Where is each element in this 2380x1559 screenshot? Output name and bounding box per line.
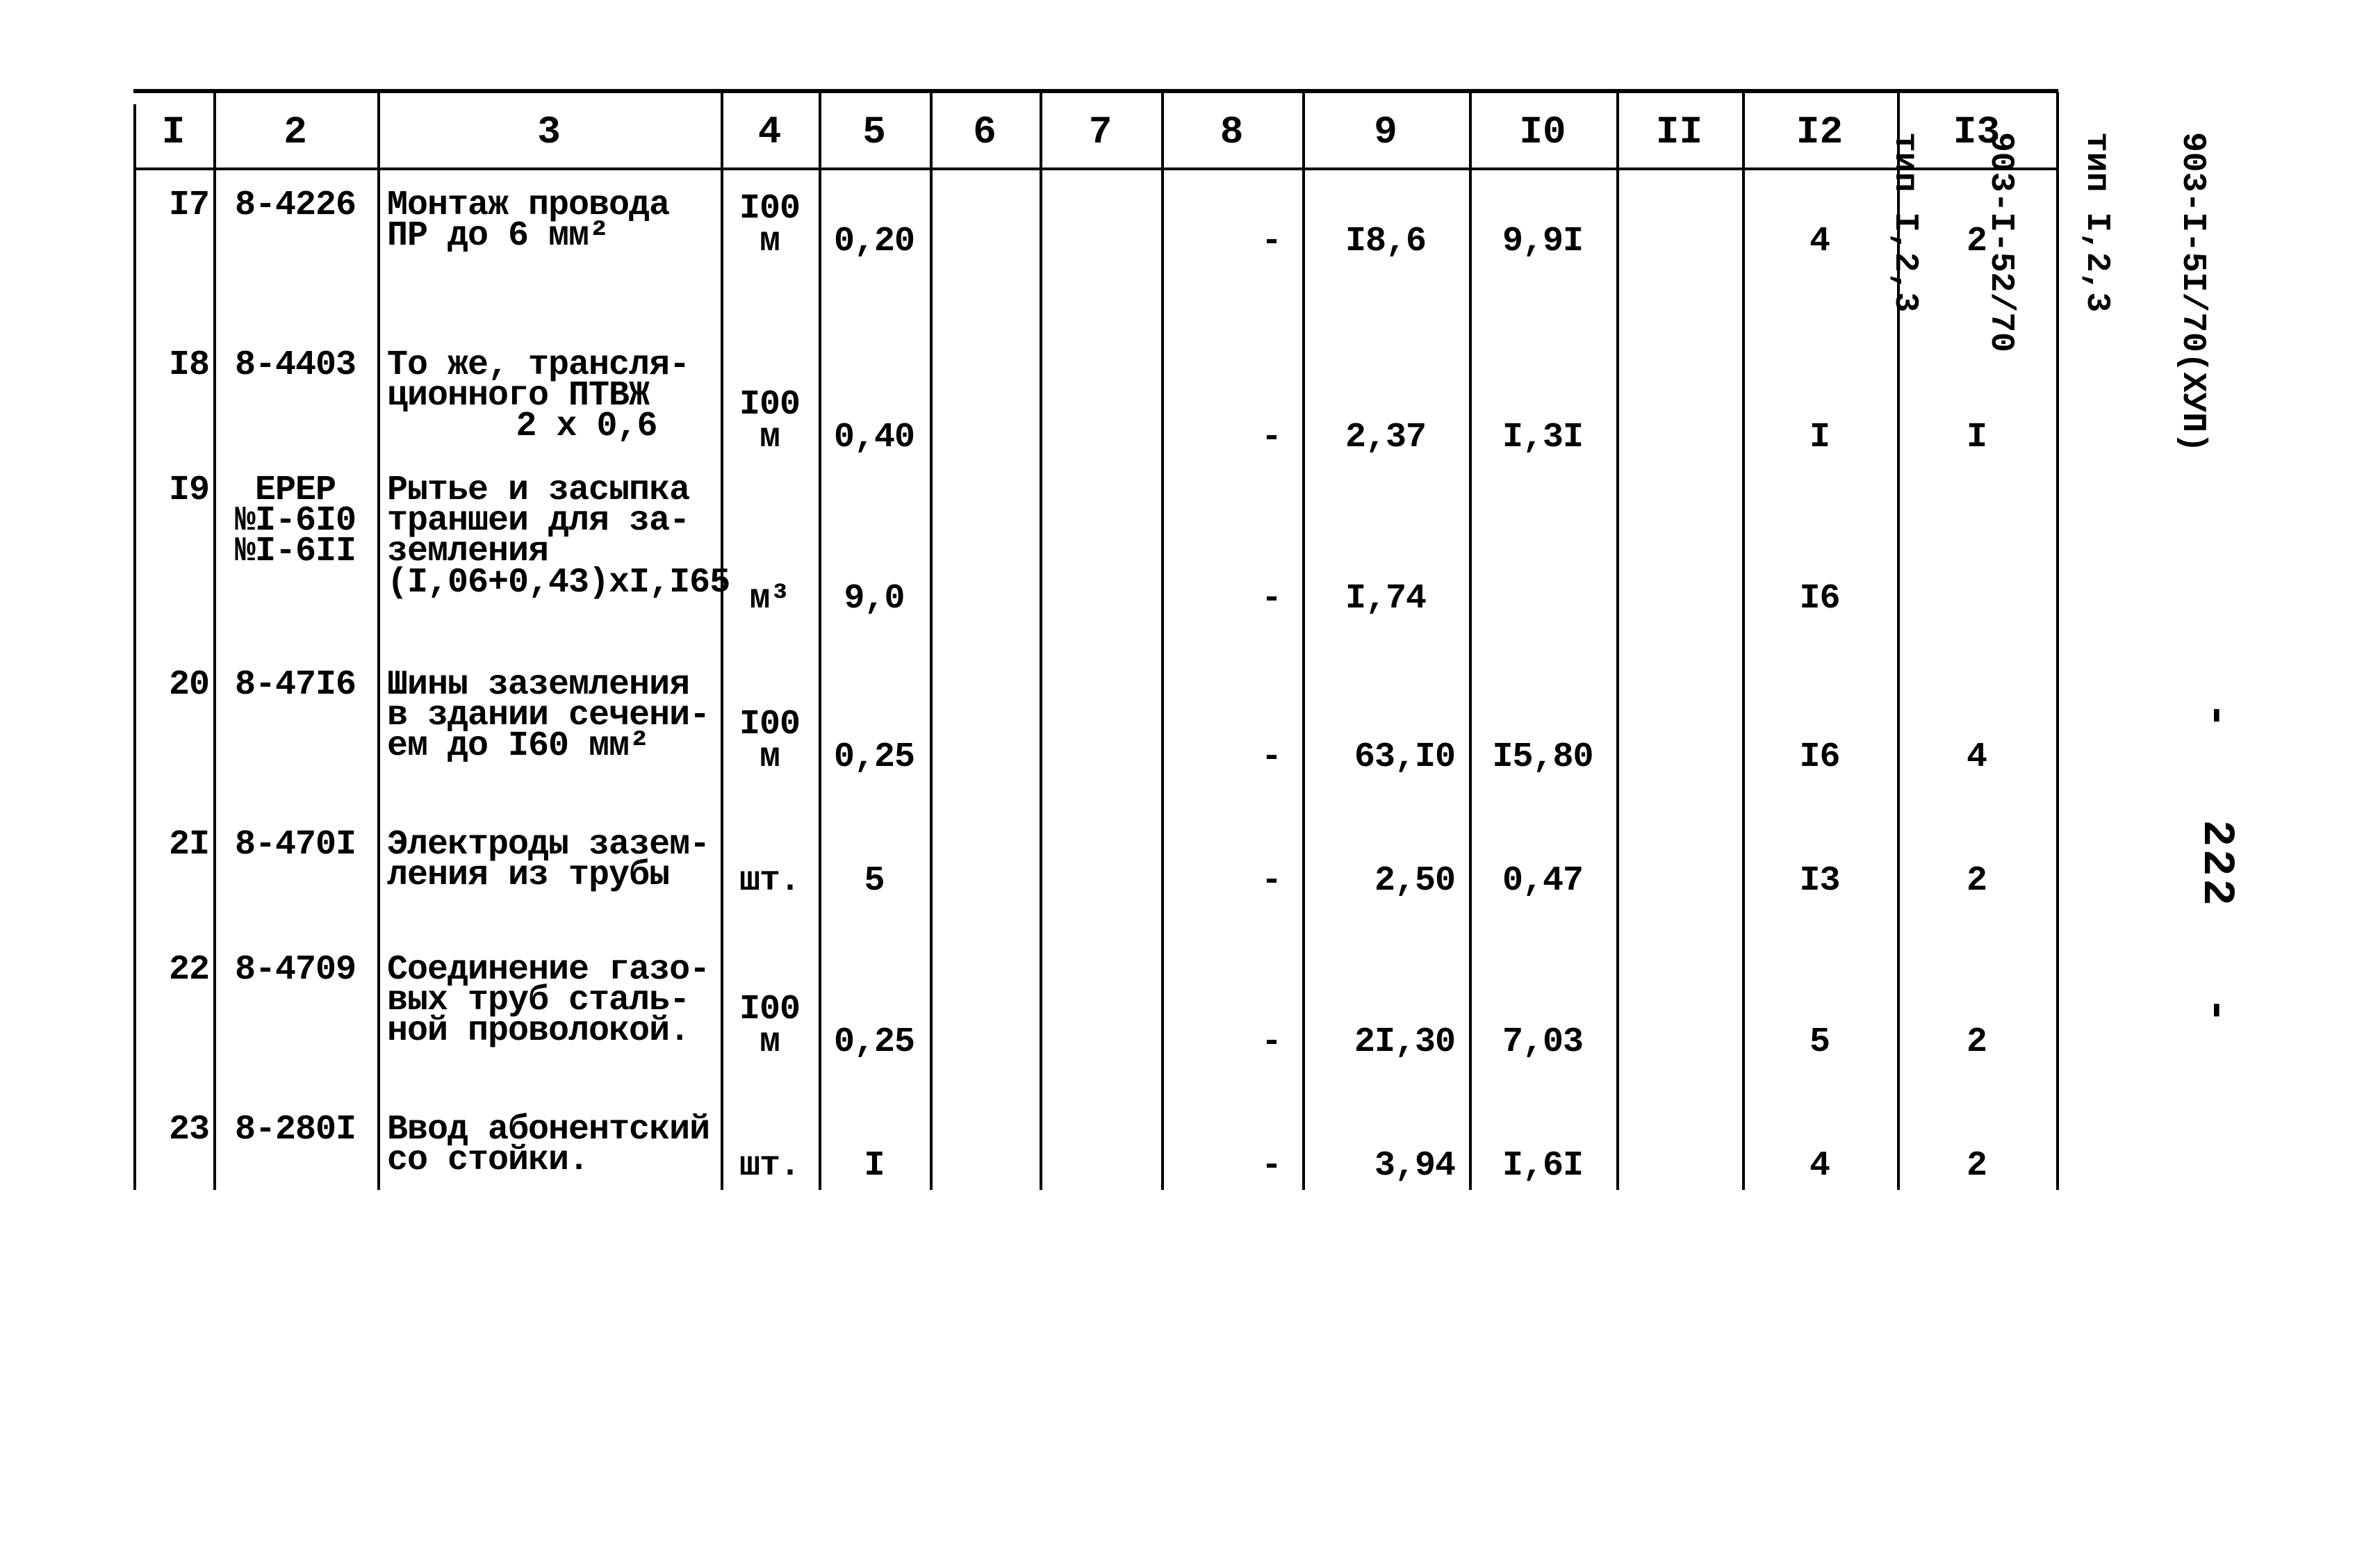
col-9: I8,6 — [1345, 222, 1427, 261]
column-header: 2 — [284, 110, 307, 154]
col-10: 0,47 — [1502, 861, 1584, 901]
column-header: 9 — [1374, 110, 1397, 154]
unit: м — [759, 222, 780, 261]
column-header: 4 — [757, 110, 782, 154]
quantity: 0,25 — [833, 737, 915, 777]
col-10: I5,80 — [1492, 737, 1593, 777]
row-number: 23 — [168, 1110, 210, 1150]
col-12: 4 — [1809, 1146, 1830, 1186]
header-bottom-border — [133, 168, 2058, 170]
col-13: 4 — [1966, 737, 1987, 777]
unit: м — [759, 1022, 780, 1062]
stamp-line-3: 903-I-52/70 — [1982, 132, 2019, 352]
col-9: 2,37 — [1345, 418, 1427, 457]
quantity: 9,0 — [844, 579, 905, 619]
column-divider — [930, 92, 933, 1190]
page-number: - 222 - — [2191, 702, 2241, 1027]
col-12: I3 — [1799, 861, 1840, 901]
row-number: I8 — [168, 345, 210, 385]
unit: шт. — [739, 861, 801, 901]
quantity: 0,40 — [833, 418, 915, 457]
col-10: I,3I — [1502, 418, 1584, 457]
row-number: 20 — [168, 665, 210, 705]
row-number: I7 — [168, 186, 210, 225]
column-header: I — [161, 110, 186, 154]
price-code: 8-280I — [234, 1110, 356, 1150]
quantity: 5 — [864, 861, 885, 901]
column-header: 7 — [1088, 110, 1113, 154]
unit: шт. — [739, 1146, 801, 1186]
unit: м³ — [749, 579, 790, 619]
col-12: 5 — [1809, 1022, 1830, 1062]
row-number: 22 — [168, 950, 210, 990]
document-stamp: 903-I-5I/70(XУП) тип I,2,3 903-I-52/70 т… — [1857, 132, 2272, 452]
column-header: 3 — [537, 110, 561, 154]
price-code: 8-470I — [234, 825, 356, 865]
price-code: 8-4709 — [234, 950, 356, 990]
column-divider — [213, 92, 216, 1190]
column-divider — [377, 92, 380, 1190]
price-code: 8-47I6 — [234, 665, 356, 705]
col-13: 2 — [1966, 1022, 1987, 1062]
stamp-line-1: 903-I-5I/70(XУП) — [2174, 132, 2211, 452]
column-header: 8 — [1220, 110, 1244, 154]
col-10: 7,03 — [1502, 1022, 1584, 1062]
col-13: 2 — [1966, 861, 1987, 901]
col-8: - — [1261, 579, 1282, 619]
column-divider — [1469, 92, 1472, 1190]
row-number: I9 — [168, 471, 210, 510]
col-8: - — [1261, 1146, 1282, 1186]
col-9: I,74 — [1345, 579, 1427, 619]
column-divider — [1302, 92, 1305, 1190]
price-code: №I-6II — [234, 532, 356, 572]
column-divider — [133, 104, 136, 1190]
table-top-border — [133, 89, 2058, 93]
column-header: 6 — [973, 110, 996, 154]
col-10: I,6I — [1502, 1146, 1584, 1186]
column-header: I0 — [1519, 110, 1566, 154]
stamp-line-2: тип I,2,3 — [2078, 132, 2115, 313]
col-9: 63,I0 — [1354, 737, 1456, 777]
column-header: 5 — [862, 110, 886, 154]
quantity: 0,25 — [833, 1022, 915, 1062]
col-8: - — [1261, 222, 1282, 261]
column-divider — [1616, 92, 1619, 1190]
col-13: 2 — [1966, 1146, 1987, 1186]
col-8: - — [1261, 1022, 1282, 1062]
col-9: 3,94 — [1374, 1146, 1456, 1186]
col-8: - — [1261, 861, 1282, 901]
col-9: 2I,30 — [1354, 1022, 1456, 1062]
col-12: I6 — [1799, 579, 1840, 619]
price-code: 8-4403 — [234, 345, 356, 385]
column-divider — [1040, 92, 1042, 1190]
price-code: 8-4226 — [234, 186, 356, 225]
col-12: I6 — [1799, 737, 1840, 777]
quantity: 0,20 — [833, 222, 915, 261]
unit: м — [759, 737, 780, 777]
column-header: II — [1655, 110, 1703, 154]
unit: м — [759, 418, 780, 457]
col-10: 9,9I — [1502, 222, 1584, 261]
quantity: I — [864, 1146, 885, 1186]
col-8: - — [1261, 418, 1282, 457]
col-8: - — [1261, 737, 1282, 777]
stamp-line-4: тип I,2,3 — [1886, 132, 1923, 313]
row-number: 2I — [168, 825, 210, 865]
col-9: 2,50 — [1374, 861, 1456, 901]
